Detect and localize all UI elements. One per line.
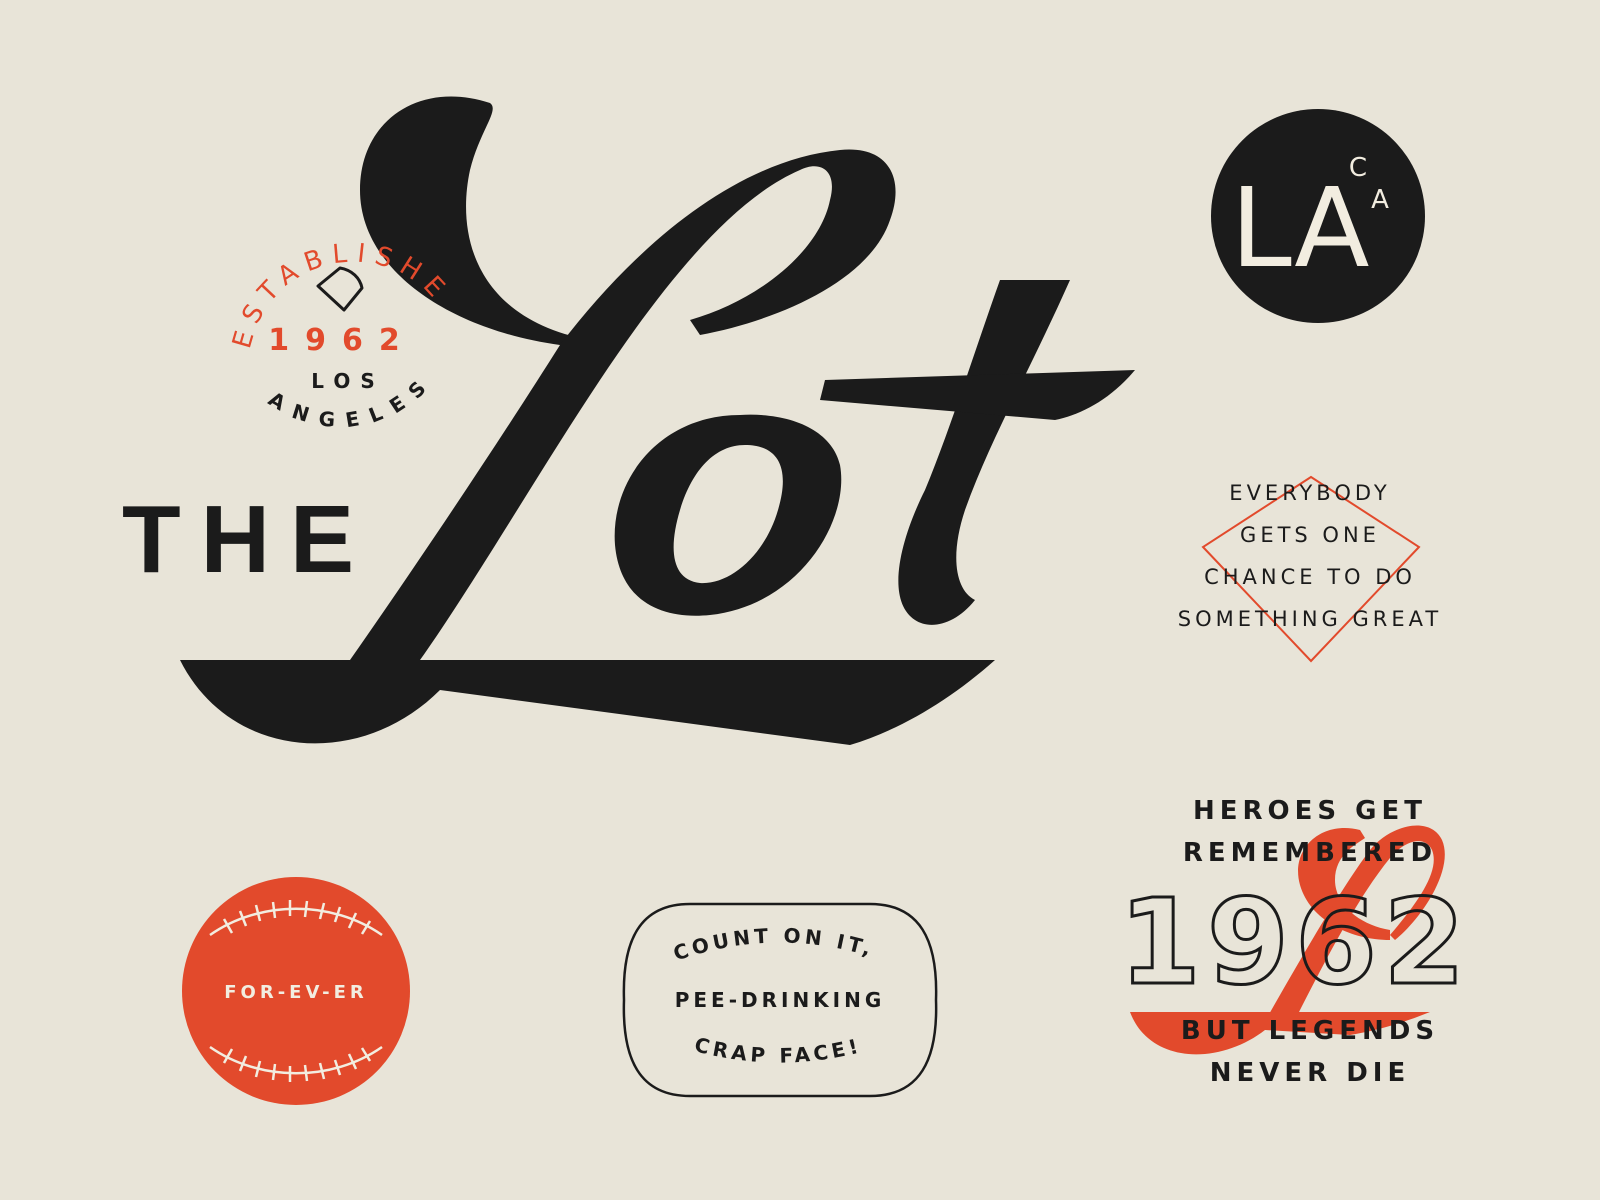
svg-text:1962: 1962 — [1125, 880, 1465, 1000]
quote-line: EVERYBODY — [1229, 481, 1391, 505]
heroes-year-outline: 1962 — [1125, 880, 1465, 1000]
baseball-badge: FOR-EV-ER — [182, 877, 410, 1105]
quote-line: CHANCE TO DO — [1204, 565, 1416, 589]
heroes-line1: HEROES GET — [1192, 796, 1428, 826]
quote-line: GETS ONE — [1240, 523, 1380, 547]
heroes-line3: BUT LEGENDS — [1180, 1016, 1440, 1046]
speech-line1: COUNT ON IT, — [670, 923, 878, 965]
speech-badge: COUNT ON IT, PEE-DRINKING CRAP FACE! — [622, 902, 938, 1098]
speech-line3: CRAP FACE! — [692, 1032, 864, 1067]
la-monogram-state-c: C — [1349, 153, 1367, 183]
the-word: THE — [122, 486, 374, 593]
heroes-line2: REMEMBERED — [1182, 838, 1438, 868]
established-badge: ESTABLISHED 1962 LOS ANGELES — [220, 210, 447, 432]
speech-line2: PEE-DRINKING — [675, 988, 886, 1012]
lot-o — [614, 414, 842, 616]
ballfield-diamond-icon — [316, 266, 364, 312]
la-monogram-badge: LA C A — [1211, 109, 1425, 323]
la-monogram-state-a: A — [1371, 185, 1389, 215]
lot-l-swash — [180, 660, 995, 745]
la-monogram-letters: LA — [1230, 164, 1369, 292]
lot-t-stem — [898, 280, 1070, 625]
quote-text: EVERYBODY GETS ONE CHANCE TO DO SOMETHIN… — [1120, 472, 1500, 640]
quote-line: SOMETHING GREAT — [1177, 607, 1443, 631]
heroes-line4: NEVER DIE — [1209, 1058, 1411, 1088]
baseball-text: FOR-EV-ER — [224, 982, 367, 1003]
lot-t-crossbar — [820, 370, 1135, 420]
established-city-line1: LOS — [311, 369, 384, 393]
established-year: 1962 — [268, 323, 416, 358]
